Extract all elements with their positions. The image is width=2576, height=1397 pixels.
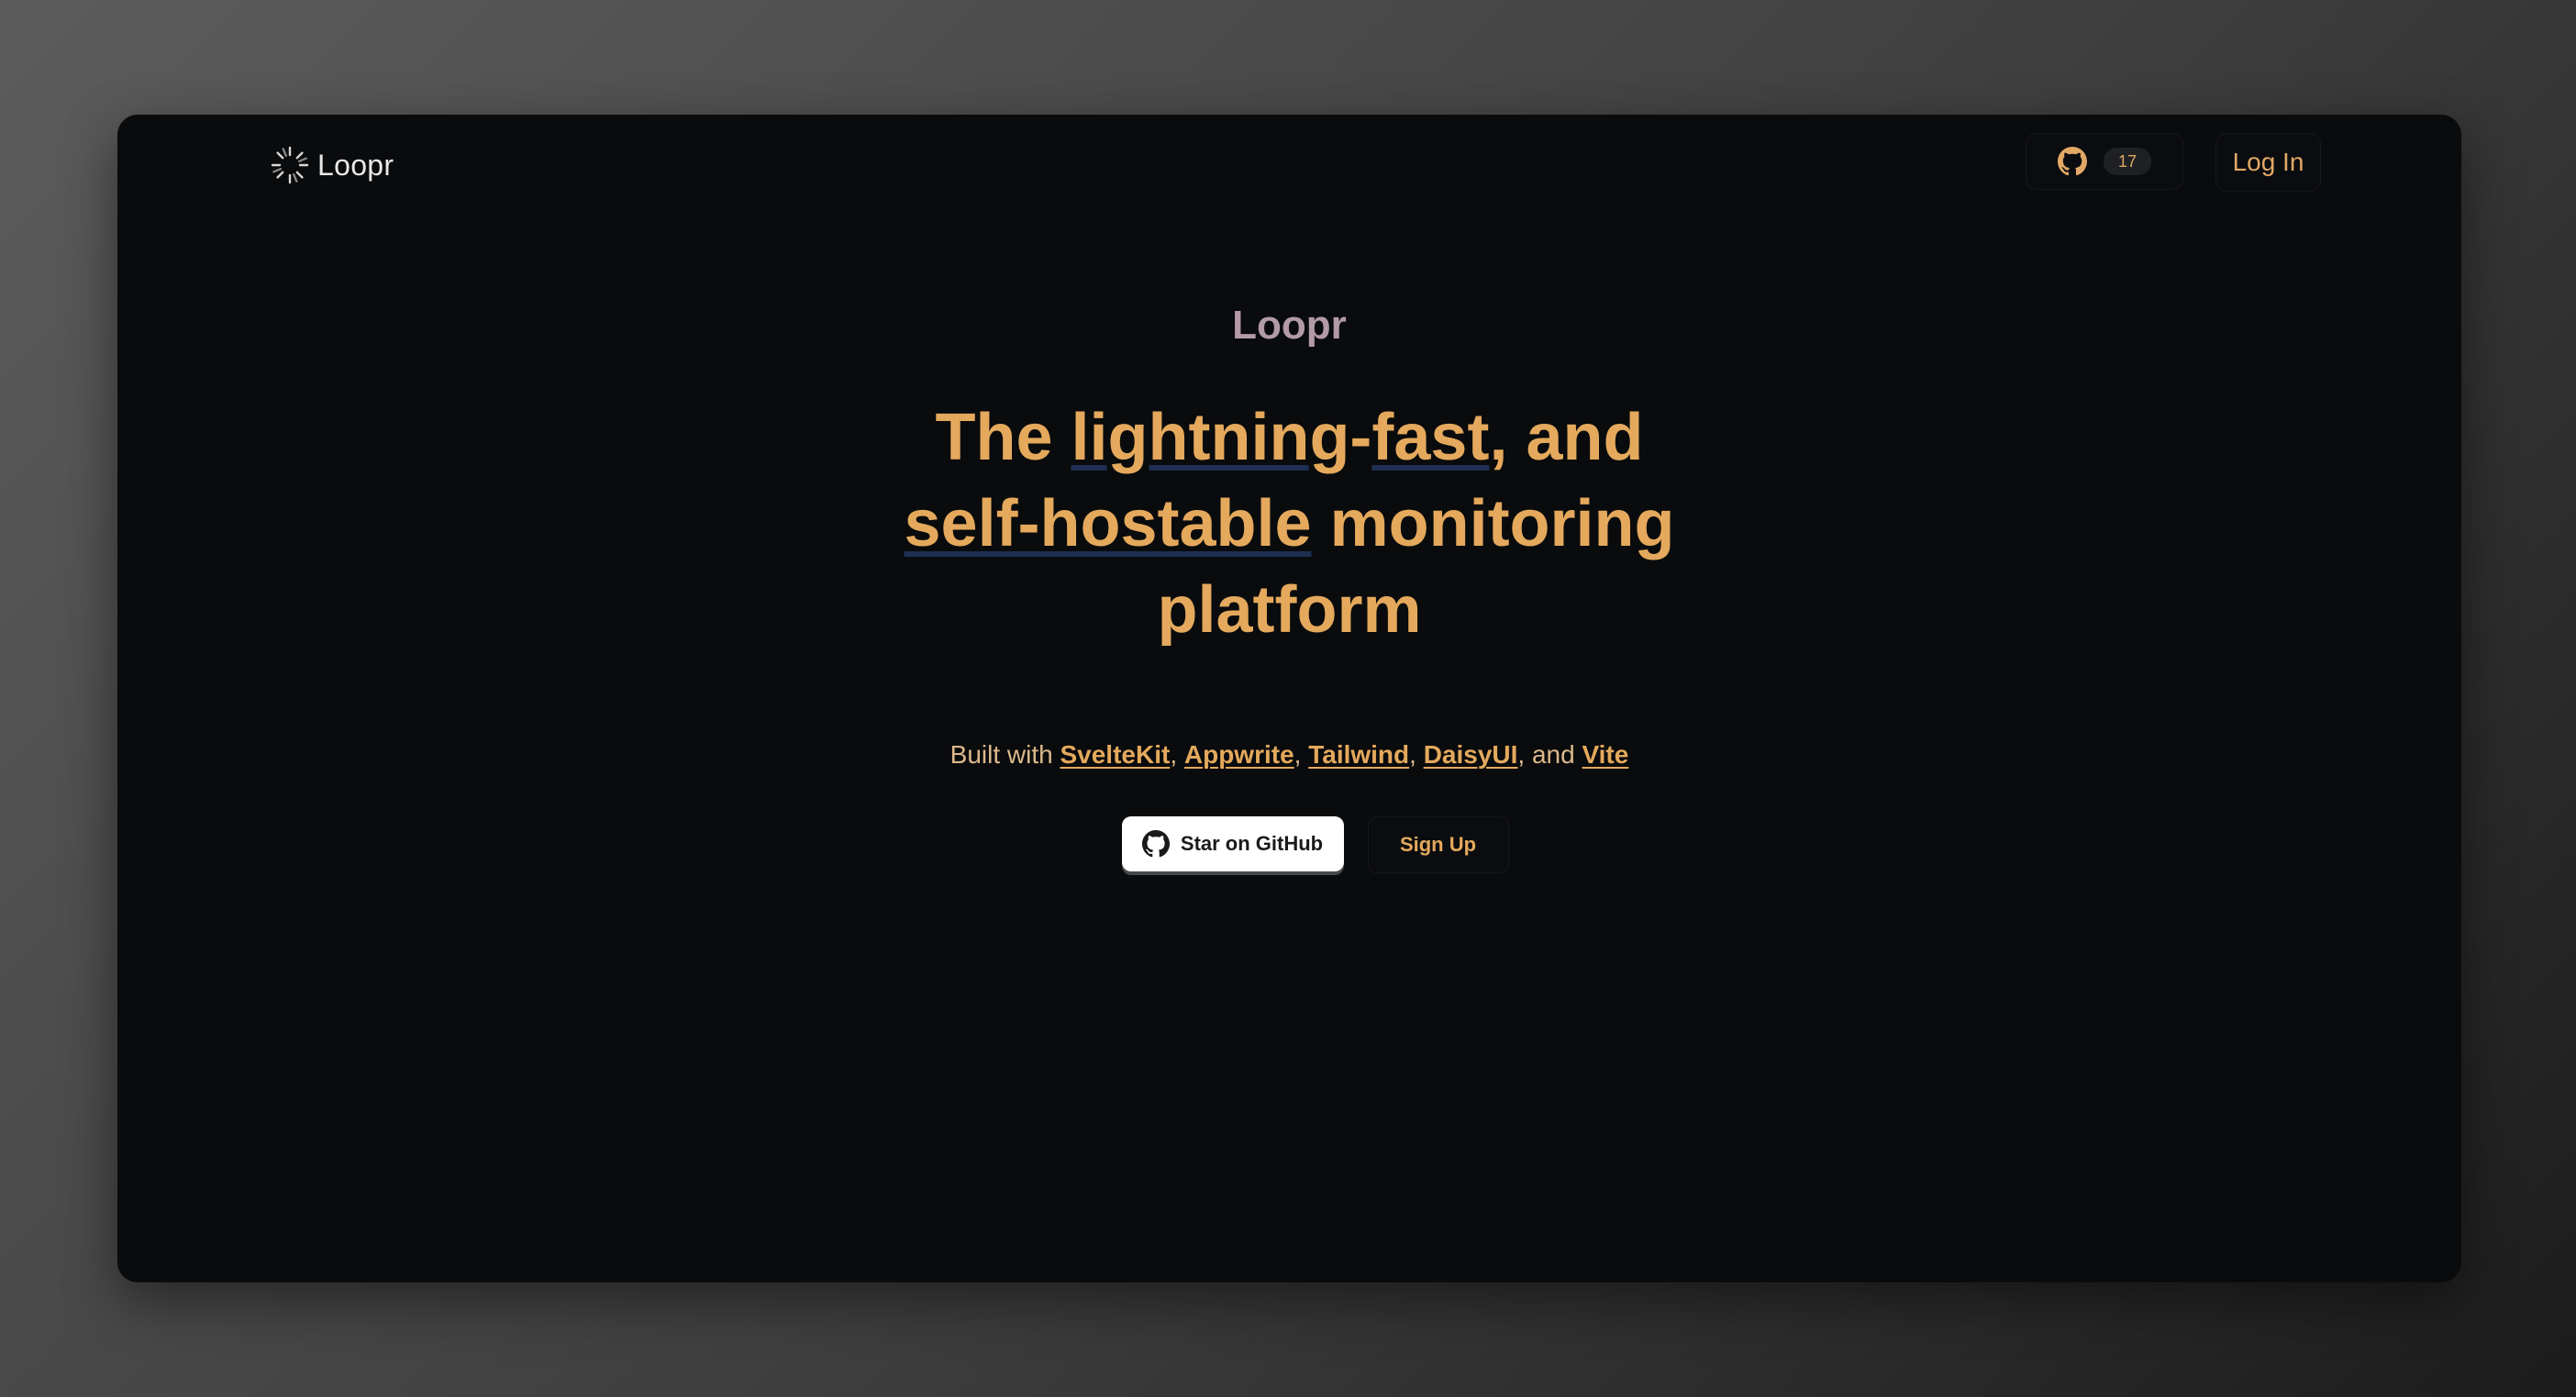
- built-with-prefix: Built with: [949, 740, 1060, 769]
- github-star-count: 17: [2103, 148, 2152, 175]
- hero-highlight-fast: fast: [1371, 401, 1490, 474]
- hero-title-line-3: platform: [1157, 573, 1422, 647]
- hero-highlight-lightning: lightning: [1071, 401, 1350, 474]
- github-icon: [1141, 830, 1170, 858]
- star-on-github-label: Star on GitHub: [1180, 832, 1324, 855]
- built-with-sep: , and: [1517, 740, 1582, 769]
- hero-title-line-2: self-hostable monitoring: [117, 481, 2461, 567]
- github-stars-button[interactable]: 17: [2026, 133, 2183, 190]
- hero-title-and: , and: [1489, 401, 1644, 474]
- sveltekit-link[interactable]: SvelteKit: [1060, 740, 1170, 769]
- cta-row: Star on GitHub Sign Up: [169, 816, 2461, 873]
- loading-spinner-icon: [271, 146, 309, 184]
- star-on-github-button[interactable]: Star on GitHub: [1121, 816, 1344, 871]
- hero-title-monitoring: monitoring: [1311, 487, 1675, 560]
- tailwind-link[interactable]: Tailwind: [1308, 740, 1409, 769]
- brand-link[interactable]: Loopr: [270, 142, 394, 188]
- app-window: Loopr 17 Log In Loopr The lightning-fast…: [117, 115, 2461, 1282]
- hero-title-dash: -: [1349, 401, 1372, 474]
- hero-highlight-self-hostable: self-hostable: [904, 487, 1312, 560]
- daisyui-link[interactable]: DaisyUI: [1424, 740, 1518, 769]
- github-icon: [2057, 147, 2087, 176]
- login-button[interactable]: Log In: [2215, 133, 2321, 192]
- vite-link[interactable]: Vite: [1582, 740, 1628, 769]
- sign-up-button[interactable]: Sign Up: [1367, 816, 1509, 873]
- built-with-sep: ,: [1294, 740, 1309, 769]
- brand-name: Loopr: [317, 148, 394, 182]
- built-with-sep: ,: [1170, 740, 1184, 769]
- built-with-text: Built with SvelteKit, Appwrite, Tailwind…: [117, 740, 2461, 770]
- appwrite-link[interactable]: Appwrite: [1184, 740, 1294, 769]
- hero-title: The lightning-fast, and self-hostable mo…: [117, 394, 2461, 653]
- hero-title-the: The: [935, 401, 1071, 474]
- hero-title-line-1: The lightning-fast, and: [117, 394, 2461, 481]
- built-with-sep: ,: [1409, 740, 1424, 769]
- hero-kicker: Loopr: [1232, 303, 1347, 348]
